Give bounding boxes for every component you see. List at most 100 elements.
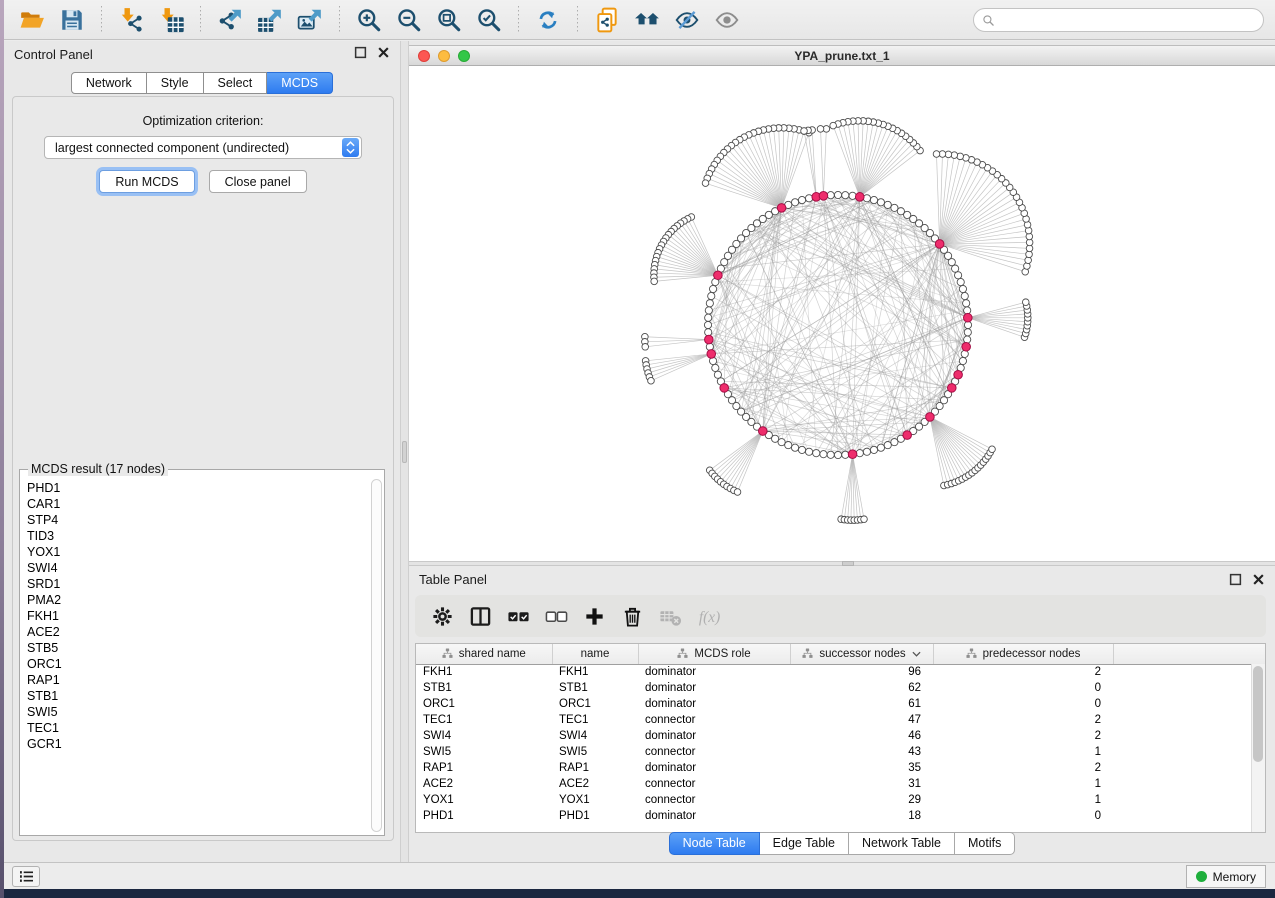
tab-node-table[interactable]: Node Table — [669, 832, 760, 855]
mcds-result-item[interactable]: TID3 — [27, 528, 370, 544]
save-session-icon[interactable] — [55, 4, 89, 36]
zoom-in-icon[interactable] — [352, 4, 386, 36]
table-cell: 1 — [933, 792, 1113, 808]
table-row[interactable]: ORC1ORC1dominator610 — [416, 696, 1265, 712]
tab-motifs[interactable]: Motifs — [955, 832, 1015, 855]
mcds-result-item[interactable]: PHD1 — [27, 480, 370, 496]
table-cell: connector — [638, 792, 790, 808]
mcds-result-item[interactable]: ORC1 — [27, 656, 370, 672]
table-scrollbar[interactable] — [1251, 664, 1265, 832]
search-input[interactable] — [995, 11, 1263, 29]
tab-style[interactable]: Style — [147, 72, 204, 94]
table-row[interactable]: RAP1RAP1dominator352 — [416, 760, 1265, 776]
table-row[interactable]: SWI4SWI4dominator462 — [416, 728, 1265, 744]
close-panel-icon[interactable] — [377, 46, 390, 59]
mcds-result-item[interactable]: STP4 — [27, 512, 370, 528]
column-header-MCDS-role[interactable]: MCDS role — [638, 644, 790, 664]
table-row[interactable]: ACE2ACE2connector311 — [416, 776, 1265, 792]
mcds-result-item[interactable]: TEC1 — [27, 720, 370, 736]
status-bar: Memory — [4, 862, 1275, 889]
desktop-background: Control Panel NetworkStyleSelectMCDS Opt… — [0, 0, 1275, 898]
network-canvas[interactable] — [409, 66, 1275, 561]
mcds-result-item[interactable]: RAP1 — [27, 672, 370, 688]
first-neighbors-icon[interactable] — [630, 4, 664, 36]
mcds-result-item[interactable]: CAR1 — [27, 496, 370, 512]
deselect-all-check-icon[interactable] — [541, 601, 571, 631]
table-cell: 0 — [933, 680, 1113, 696]
memory-button[interactable]: Memory — [1186, 865, 1266, 888]
tab-edge-table[interactable]: Edge Table — [760, 832, 849, 855]
table-cell: ORC1 — [416, 696, 552, 712]
table-cell: 43 — [790, 744, 933, 760]
optimization-criterion-value: largest connected component (undirected) — [45, 141, 342, 155]
mcds-result-item[interactable]: FKH1 — [27, 608, 370, 624]
table-cell: SWI5 — [552, 744, 638, 760]
column-header-predecessor-nodes[interactable]: predecessor nodes — [933, 644, 1113, 664]
table-cell: 0 — [933, 696, 1113, 712]
table-row[interactable]: SWI5SWI5connector431 — [416, 744, 1265, 760]
table-row[interactable]: PHD1PHD1dominator180 — [416, 808, 1265, 824]
zoom-out-icon[interactable] — [392, 4, 426, 36]
mcds-result-item[interactable]: SWI4 — [27, 560, 370, 576]
application-window: Control Panel NetworkStyleSelectMCDS Opt… — [4, 0, 1275, 889]
add-column-icon[interactable] — [579, 601, 609, 631]
vertical-splitter[interactable] — [400, 41, 409, 862]
column-header-name[interactable]: name — [552, 644, 638, 664]
vertical-splitter-handle[interactable] — [402, 441, 407, 463]
mcds-result-item[interactable]: YOX1 — [27, 544, 370, 560]
table-cell: 31 — [790, 776, 933, 792]
table-row[interactable]: FKH1FKH1dominator962 — [416, 664, 1265, 680]
delete-column-icon[interactable] — [617, 601, 647, 631]
mcds-result-item[interactable]: SRD1 — [27, 576, 370, 592]
hide-selected-icon[interactable] — [670, 4, 704, 36]
close-table-panel-icon[interactable] — [1252, 573, 1265, 586]
task-history-button[interactable] — [12, 866, 40, 887]
mcds-result-item[interactable]: PMA2 — [27, 592, 370, 608]
mcds-result-item[interactable]: ACE2 — [27, 624, 370, 640]
select-all-check-icon[interactable] — [503, 601, 533, 631]
table-cell: RAP1 — [416, 760, 552, 776]
refresh-icon[interactable] — [531, 4, 565, 36]
table-cell: connector — [638, 744, 790, 760]
search-box[interactable] — [973, 8, 1264, 32]
export-table-icon[interactable] — [253, 4, 287, 36]
export-network-icon[interactable] — [213, 4, 247, 36]
export-image-icon[interactable] — [293, 4, 327, 36]
table-cell: PHD1 — [416, 808, 552, 824]
table-row[interactable]: YOX1YOX1connector291 — [416, 792, 1265, 808]
clone-network-icon[interactable] — [590, 4, 624, 36]
mcds-result-scrollbar[interactable] — [371, 479, 382, 832]
zoom-fit-icon[interactable] — [432, 4, 466, 36]
mcds-result-item[interactable]: GCR1 — [27, 736, 370, 752]
column-header-shared-name[interactable]: shared name — [416, 644, 552, 664]
tab-network[interactable]: Network — [71, 72, 147, 94]
table-scrollbar-thumb[interactable] — [1253, 666, 1263, 762]
float-table-panel-icon[interactable] — [1229, 573, 1242, 586]
table-cell: 1 — [933, 744, 1113, 760]
mcds-result-item[interactable]: STB1 — [27, 688, 370, 704]
zoom-selected-icon[interactable] — [472, 4, 506, 36]
tab-mcds[interactable]: MCDS — [267, 72, 333, 94]
tab-select[interactable]: Select — [204, 72, 268, 94]
mcds-result-item[interactable]: SWI5 — [27, 704, 370, 720]
table-settings-icon[interactable] — [427, 601, 457, 631]
optimization-criterion-select[interactable]: largest connected component (undirected) — [44, 136, 362, 159]
table-row[interactable]: STB1STB1dominator620 — [416, 680, 1265, 696]
float-panel-icon[interactable] — [354, 46, 367, 59]
toolbar-group — [528, 4, 568, 36]
import-table-icon[interactable] — [154, 4, 188, 36]
column-header-successor-nodes[interactable]: successor nodes — [790, 644, 933, 664]
tab-network-table[interactable]: Network Table — [849, 832, 955, 855]
toggle-panes-icon[interactable] — [465, 601, 495, 631]
open-file-icon[interactable] — [15, 4, 49, 36]
run-mcds-button[interactable]: Run MCDS — [99, 170, 194, 193]
table-cell: 61 — [790, 696, 933, 712]
import-network-icon[interactable] — [114, 4, 148, 36]
table-cell: dominator — [638, 680, 790, 696]
show-all-icon[interactable] — [710, 4, 744, 36]
table-row[interactable]: TEC1TEC1connector472 — [416, 712, 1265, 728]
close-panel-button[interactable]: Close panel — [209, 170, 307, 193]
mcds-result-item[interactable]: STB5 — [27, 640, 370, 656]
table-cell: connector — [638, 776, 790, 792]
network-window: YPA_prune.txt_1 — [409, 41, 1275, 561]
